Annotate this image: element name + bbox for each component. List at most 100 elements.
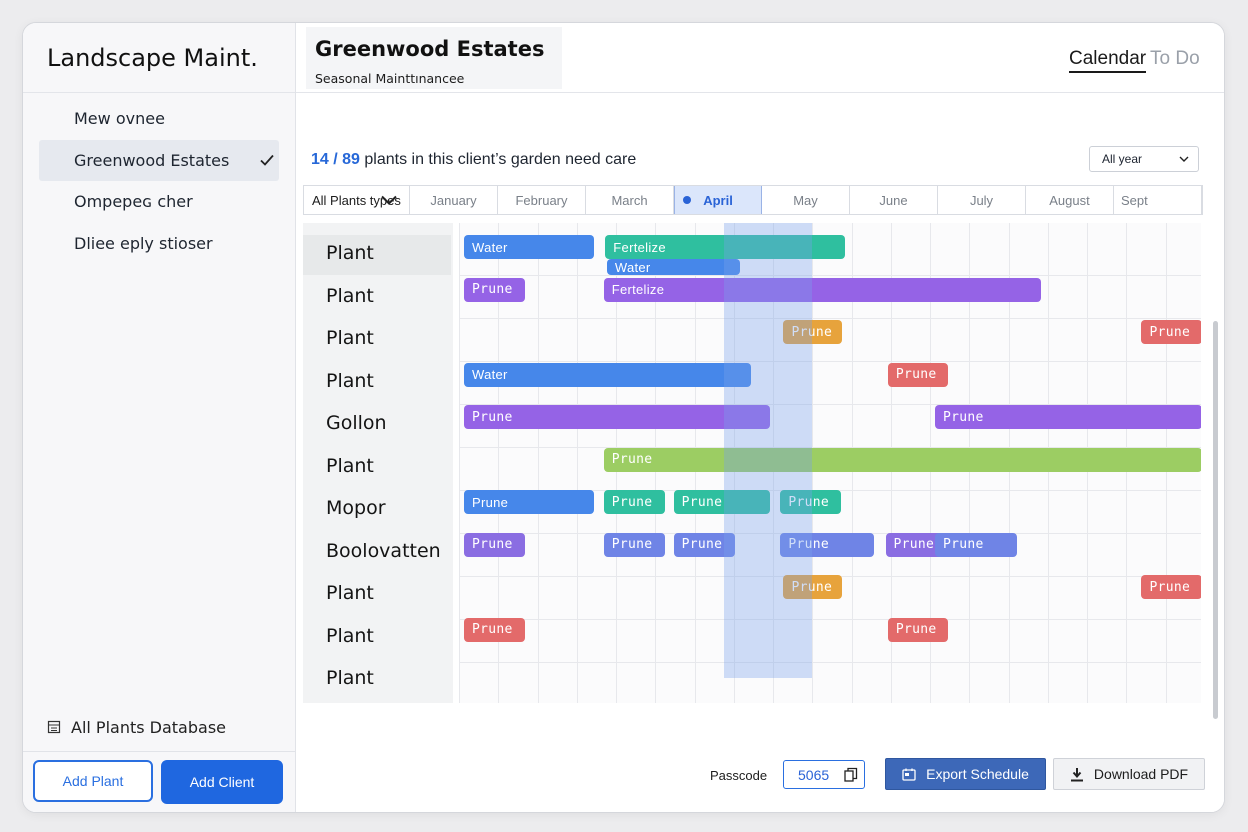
- tab-calendar[interactable]: Calendar: [1069, 48, 1147, 73]
- care-summary-text: plants in this client’s garden need care: [364, 151, 637, 168]
- grid-line: [459, 361, 1201, 362]
- database-icon: [47, 720, 61, 734]
- copy-icon[interactable]: [844, 767, 858, 783]
- plant-name: Mopor: [326, 497, 386, 519]
- grid-line: [537, 223, 539, 703]
- check-icon: [260, 154, 274, 166]
- page-subtitle: Seasonal Mainttınancee: [315, 71, 465, 86]
- client-item[interactable]: Mew ovnee: [39, 98, 279, 139]
- database-link-label: All Plants Database: [71, 717, 226, 737]
- month-header[interactable]: June: [850, 186, 938, 214]
- task-bar-fertelize[interactable]: Fertelize: [605, 235, 845, 259]
- month-header[interactable]: January: [410, 186, 498, 214]
- client-list: Mew ovnee Greenwood Estates Ompepeɢ cher…: [39, 98, 279, 264]
- month-header-current[interactable]: April: [674, 186, 762, 214]
- task-bar-water[interactable]: Water: [464, 235, 594, 259]
- year-filter-select[interactable]: All year: [1089, 146, 1199, 172]
- client-item-label: Mew ovnee: [74, 109, 165, 128]
- download-pdf-label: Download PDF: [1093, 766, 1189, 782]
- task-bar-prune[interactable]: Prune: [603, 532, 665, 557]
- client-item-label: Ompepeɢ cher: [74, 192, 193, 211]
- task-bar-fertelize[interactable]: Fertelize: [603, 277, 1041, 302]
- download-pdf-button[interactable]: Download PDF: [1053, 758, 1205, 790]
- main-panel: Greenwood Estates Seasonal Mainttınancee…: [296, 23, 1224, 812]
- grid-line: [459, 318, 1201, 319]
- task-bar-prune[interactable]: Prune: [603, 490, 665, 514]
- task-bar-prune[interactable]: Prune: [935, 532, 1018, 557]
- plant-column: Plant Plant Plant Plant Gollon Plant Mopor Bool…: [303, 223, 453, 703]
- task-bar-prune[interactable]: Prune: [1141, 575, 1201, 599]
- month-header[interactable]: July: [938, 186, 1026, 214]
- task-bar-prune[interactable]: Prune: [673, 532, 735, 557]
- plant-name: Boolovatten: [326, 539, 441, 562]
- task-bar-prune[interactable]: Prune: [464, 277, 526, 302]
- month-header[interactable]: August: [1026, 186, 1114, 214]
- passcode-value: 5065: [798, 766, 830, 783]
- sidebar-header: Landscape Maint.: [23, 23, 295, 93]
- add-client-button[interactable]: Add Client: [161, 760, 283, 804]
- plant-name: Plant: [326, 327, 374, 349]
- plant-name: Plant: [326, 369, 374, 392]
- task-bar-prune[interactable]: Prune: [464, 490, 594, 514]
- task-bar-prune[interactable]: Prune: [780, 490, 841, 514]
- plant-name: Plant: [326, 582, 374, 604]
- passcode-label: Passcode: [710, 768, 768, 783]
- current-month-label: April: [703, 192, 733, 208]
- care-count: 14 / 89: [311, 151, 360, 168]
- task-bar-prune[interactable]: Prune: [603, 447, 1201, 472]
- tab-todo[interactable]: To Do: [1150, 48, 1200, 70]
- task-bar-prune[interactable]: Prune: [464, 405, 771, 429]
- grid-line: [459, 619, 1201, 620]
- month-header[interactable]: May: [762, 186, 850, 214]
- task-bar-water[interactable]: Water: [606, 259, 741, 275]
- plant-name: Plant: [326, 624, 374, 647]
- chevron-down-icon: [1179, 156, 1189, 162]
- main-header: Greenwood Estates Seasonal Mainttınancee…: [296, 23, 1224, 93]
- year-filter-value: All year: [1102, 152, 1143, 166]
- task-bar-prune[interactable]: Prune: [464, 617, 526, 642]
- all-plants-database-link[interactable]: All Plants Database: [47, 713, 226, 741]
- plant-name: Plant: [326, 454, 374, 477]
- client-item-label: Dliee eply stioser: [74, 233, 213, 253]
- timeline: Water Fertelize Water Prune Fertelize Prune Pr…: [459, 223, 1201, 703]
- schedule-grid: Plant Plant Plant Plant Gollon Plant Mopor Bool…: [303, 223, 1201, 703]
- download-icon: [1070, 767, 1083, 781]
- calendar-export-icon: [902, 768, 916, 781]
- plant-name: Gollon: [326, 412, 387, 434]
- sidebar: Landscape Maint. Mew ovnee Greenwood Est…: [23, 23, 296, 812]
- month-header[interactable]: February: [498, 186, 586, 214]
- client-item-active[interactable]: Greenwood Estates: [39, 139, 279, 181]
- task-bar-prune[interactable]: Prune: [887, 362, 949, 387]
- care-summary: 14 / 89 plants in this client’s garden n…: [311, 151, 636, 169]
- plant-name: Plant: [326, 667, 374, 689]
- grid-line: [459, 223, 460, 703]
- task-bar-prune[interactable]: Prune: [780, 532, 874, 557]
- client-item[interactable]: Dliee eply stioser: [39, 223, 279, 264]
- app-window: Landscape Maint. Mew ovnee Greenwood Est…: [22, 22, 1225, 813]
- sidebar-footer: Add Plant Add Client: [23, 751, 295, 812]
- task-bar-prune[interactable]: Prune: [935, 405, 1201, 429]
- add-plant-button[interactable]: Add Plant: [33, 760, 153, 802]
- client-item[interactable]: Ompepeɢ cher: [39, 181, 279, 222]
- chevron-down-icon: [381, 195, 397, 205]
- grid-line: [459, 275, 1201, 276]
- month-header[interactable]: Sept: [1114, 186, 1202, 214]
- vertical-scrollbar[interactable]: [1213, 321, 1218, 719]
- task-bar-prune[interactable]: Prune: [783, 575, 843, 599]
- grid-line: [459, 662, 1201, 663]
- plant-name: Plant: [326, 242, 374, 264]
- month-header[interactable]: March: [586, 186, 674, 214]
- grid-line: [576, 223, 578, 703]
- task-bar-prune[interactable]: Prune: [464, 532, 526, 557]
- task-bar-water[interactable]: Water: [464, 362, 751, 387]
- task-bar-prune[interactable]: Prune: [1141, 320, 1201, 344]
- task-bar-prune[interactable]: Prune: [783, 320, 843, 344]
- passcode-field[interactable]: 5065: [783, 760, 865, 789]
- month-header-row: All Plants types January February March …: [303, 185, 1203, 215]
- plant-name: Plant: [326, 284, 374, 307]
- current-month-dot: [683, 196, 691, 204]
- plant-type-filter[interactable]: All Plants types: [304, 186, 410, 214]
- task-bar-prune[interactable]: Prune: [887, 617, 949, 642]
- export-schedule-button[interactable]: Export Schedule: [885, 758, 1046, 790]
- task-bar-prune[interactable]: Prune: [673, 490, 771, 514]
